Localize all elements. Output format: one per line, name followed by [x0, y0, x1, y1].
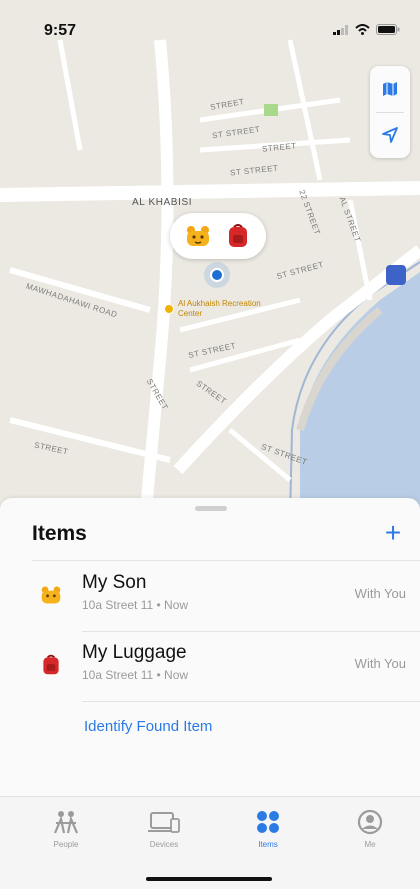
tab-label: Items: [258, 840, 278, 849]
tab-label: People: [53, 840, 79, 849]
status-bar: 9:57: [0, 0, 420, 54]
location-arrow-icon: [382, 127, 398, 144]
status-time: 9:57: [44, 22, 77, 39]
tab-label: Devices: [149, 840, 179, 849]
teddy-bag-icon: [41, 586, 61, 604]
items-pin-cluster[interactable]: [170, 213, 266, 259]
identify-found-item-link[interactable]: Identify Found Item: [84, 718, 212, 735]
tab-people[interactable]: People: [26, 807, 106, 849]
red-backpack-icon: [224, 222, 252, 250]
people-icon: [53, 811, 79, 834]
item-status: With You: [354, 656, 406, 671]
map-mode-button[interactable]: [370, 66, 410, 112]
sheet-grabber[interactable]: [195, 506, 227, 511]
battery-icon: [376, 24, 400, 35]
district-label: AL KHABISI: [132, 197, 193, 208]
poi-label: Al Aukhaish Recreation Center: [178, 299, 261, 318]
current-location-dot: [210, 268, 224, 282]
teddy-bag-icon: [184, 222, 212, 250]
map-controls: [370, 66, 410, 158]
home-indicator[interactable]: [146, 877, 272, 881]
status-icons: [333, 24, 400, 35]
me-icon: [357, 809, 383, 835]
tab-bar: People Devices Items Me: [0, 796, 420, 889]
map-view[interactable]: 9:57 AL KHABISI STREET ST STREET STREET …: [0, 0, 420, 520]
poi-marker[interactable]: [164, 304, 174, 314]
divider: [82, 701, 420, 702]
sheet-title: Items: [32, 522, 87, 545]
list-item-my-son[interactable]: My Son 10a Street 11 • Now With You: [0, 566, 420, 626]
tab-items[interactable]: Items: [228, 807, 308, 849]
item-name: My Son: [82, 572, 147, 593]
items-icon: [257, 811, 279, 833]
map-roads: [0, 39, 420, 520]
tab-me[interactable]: Me: [330, 807, 410, 849]
item-subtitle: 10a Street 11 • Now: [82, 598, 189, 612]
list-item-my-luggage[interactable]: My Luggage 10a Street 11 • Now With You: [0, 636, 420, 696]
map-icon: [383, 81, 397, 96]
wifi-icon: [355, 24, 370, 35]
item-subtitle: 10a Street 11 • Now: [82, 668, 189, 682]
red-backpack-icon: [43, 654, 59, 675]
add-item-button[interactable]: +: [378, 517, 408, 548]
find-my-screen: 9:57 AL KHABISI STREET ST STREET STREET …: [0, 0, 420, 889]
tab-label: Me: [364, 840, 376, 849]
divider: [32, 560, 420, 561]
item-status: With You: [354, 586, 406, 601]
devices-icon: [148, 812, 180, 833]
item-name: My Luggage: [82, 642, 187, 663]
tab-devices[interactable]: Devices: [124, 807, 204, 849]
divider: [82, 631, 420, 632]
locate-button[interactable]: [370, 113, 410, 159]
transit-pin-icon[interactable]: [386, 265, 406, 285]
signal-icon: [333, 24, 348, 35]
